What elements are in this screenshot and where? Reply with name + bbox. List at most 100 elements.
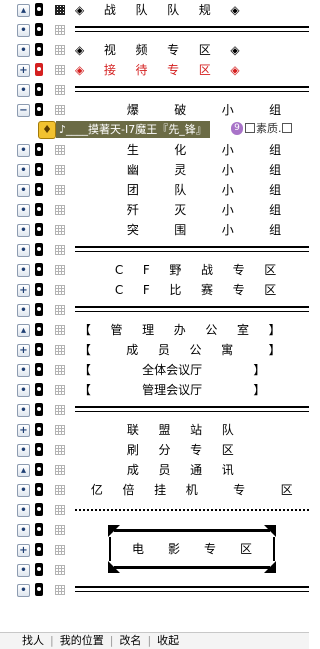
- channel-label: 团 队 小 组: [75, 183, 282, 197]
- channel-tag-icon: [35, 383, 43, 396]
- user-level-icon: 9: [231, 122, 243, 135]
- channel-dot-icon: •: [17, 384, 30, 397]
- separator-row: •: [0, 300, 309, 320]
- channel-dot-icon: •: [17, 144, 30, 157]
- channel-tag-icon: [35, 263, 43, 276]
- expand-icon[interactable]: +: [17, 344, 30, 357]
- channel-row[interactable]: − 爆 破 小 组: [0, 100, 309, 120]
- channel-tag-icon: [35, 523, 43, 536]
- channel-grid-icon: [55, 585, 65, 595]
- channel-grid-icon: [55, 305, 65, 315]
- channel-grid-icon: [55, 145, 65, 155]
- channel-label: ◈ 视 频 专 区 ◈: [75, 43, 240, 57]
- channel-tag-icon: [35, 403, 43, 416]
- channel-row[interactable]: • ◈ 视 频 专 区 ◈: [0, 40, 309, 60]
- channel-tag-icon: [35, 83, 43, 96]
- separator-row: •: [0, 80, 309, 100]
- channel-grid-icon: [55, 225, 65, 235]
- collapse-icon[interactable]: −: [17, 104, 30, 117]
- channel-dot-icon: •: [17, 564, 30, 577]
- channel-grid-icon: [55, 425, 65, 435]
- channel-row[interactable]: ▴ ◈ 战 队 队 规 ◈: [0, 0, 309, 20]
- channel-tag-icon: [35, 443, 43, 456]
- channel-grid-icon: [55, 25, 65, 35]
- channel-row[interactable]: • 【 全体会议厅 】: [0, 360, 309, 380]
- channel-label: 突 围 小 组: [75, 223, 282, 237]
- find-user-button[interactable]: 找人: [0, 633, 50, 649]
- channel-grid-icon: [55, 285, 65, 295]
- channel-label: 爆 破 小 组: [75, 103, 282, 117]
- channel-row[interactable]: • 幽 灵 小 组: [0, 160, 309, 180]
- channel-tag-icon: [35, 583, 43, 596]
- my-location-button[interactable]: 我的位置: [54, 633, 110, 649]
- channel-row[interactable]: • 生 化 小 组: [0, 140, 309, 160]
- expand-icon[interactable]: +: [17, 284, 30, 297]
- channel-grid-icon: [55, 265, 65, 275]
- channel-dot-icon: •: [17, 484, 30, 497]
- user-crown-icon: ♦: [38, 121, 56, 139]
- channel-tag-icon: [35, 283, 43, 296]
- channel-row[interactable]: + C F 比 赛 专 区: [0, 280, 309, 300]
- lock-icon: ▴: [17, 464, 30, 477]
- channel-label: C F 野 战 专 区: [75, 263, 277, 277]
- channel-row[interactable]: • 亿 倍 挂 机 专 区: [0, 480, 309, 500]
- channel-label: 亿 倍 挂 机 专 区: [75, 483, 293, 497]
- channel-dot-icon: •: [17, 44, 30, 57]
- movie-zone-frame[interactable]: 电 影 专 区: [108, 525, 276, 573]
- channel-row[interactable]: • C F 野 战 专 区: [0, 260, 309, 280]
- separator-line: [75, 509, 309, 511]
- channel-row[interactable]: ▴ 成 员 通 讯: [0, 460, 309, 480]
- user-row[interactable]: ♦ ♪____摸著天-Ι7魔王『先_锋』 9 素质.: [0, 120, 309, 140]
- channel-label: 歼 灭 小 组: [75, 203, 282, 217]
- channel-tag-icon: [35, 543, 43, 556]
- channel-tag-icon: [35, 63, 43, 76]
- channel-tag-icon: [35, 23, 43, 36]
- channel-row[interactable]: • 【 管理会议厅 】: [0, 380, 309, 400]
- channel-row[interactable]: • 歼 灭 小 组: [0, 200, 309, 220]
- separator-line: [75, 406, 309, 412]
- channel-row[interactable]: • 突 围 小 组: [0, 220, 309, 240]
- channel-label: ◈ 接 待 专 区 ◈: [75, 63, 240, 77]
- channel-grid-icon: [55, 65, 65, 75]
- channel-row[interactable]: + 联 盟 站 队: [0, 420, 309, 440]
- channel-row[interactable]: + ◈ 接 待 专 区 ◈: [0, 60, 309, 80]
- channel-row[interactable]: • 团 队 小 组: [0, 180, 309, 200]
- channel-grid-icon: [55, 445, 65, 455]
- expand-icon[interactable]: +: [17, 544, 30, 557]
- channel-dot-icon: •: [17, 164, 30, 177]
- collapse-button[interactable]: 收起: [151, 633, 185, 649]
- channel-label: 【 成 员 公 寓 】: [75, 343, 281, 357]
- channel-tag-icon: [35, 183, 43, 196]
- expand-icon[interactable]: +: [17, 424, 30, 437]
- channel-tag-icon: [35, 563, 43, 576]
- user-name[interactable]: ♪____摸著天-Ι7魔王『先_锋』: [56, 121, 210, 138]
- lock-icon: ▴: [17, 4, 30, 17]
- channel-grid-icon: [55, 365, 65, 375]
- checkbox-icon: [245, 123, 255, 133]
- channel-row[interactable]: ▴ 【 管 理 办 公 室 】: [0, 320, 309, 340]
- channel-grid-icon: [55, 465, 65, 475]
- channel-dot-icon: •: [17, 244, 30, 257]
- channel-dot-icon: •: [17, 504, 30, 517]
- channel-grid-icon: [55, 85, 65, 95]
- rename-button[interactable]: 改名: [113, 633, 147, 649]
- channel-tag-icon: [35, 303, 43, 316]
- separator-row: •: [0, 20, 309, 40]
- lock-icon: ▴: [17, 324, 30, 337]
- separator-line: [75, 26, 309, 32]
- movie-zone-label: 电 影 专 区: [131, 542, 252, 556]
- expand-icon[interactable]: +: [17, 64, 30, 77]
- frame-top-line: [114, 529, 270, 532]
- channel-grid-icon: [55, 345, 65, 355]
- channel-label: 刷 分 专 区: [75, 443, 234, 457]
- separator-line: [75, 306, 309, 312]
- channel-row[interactable]: + 【 成 员 公 寓 】: [0, 340, 309, 360]
- channel-grid-icon: [55, 405, 65, 415]
- channel-dot-icon: •: [17, 404, 30, 417]
- channel-row[interactable]: • 刷 分 专 区: [0, 440, 309, 460]
- channel-dot-icon: •: [17, 204, 30, 217]
- frame-bottom-line: [114, 566, 270, 569]
- channel-tag-icon: [35, 223, 43, 236]
- channel-dot-icon: •: [17, 304, 30, 317]
- channel-label: ◈ 战 队 队 规 ◈: [75, 3, 240, 17]
